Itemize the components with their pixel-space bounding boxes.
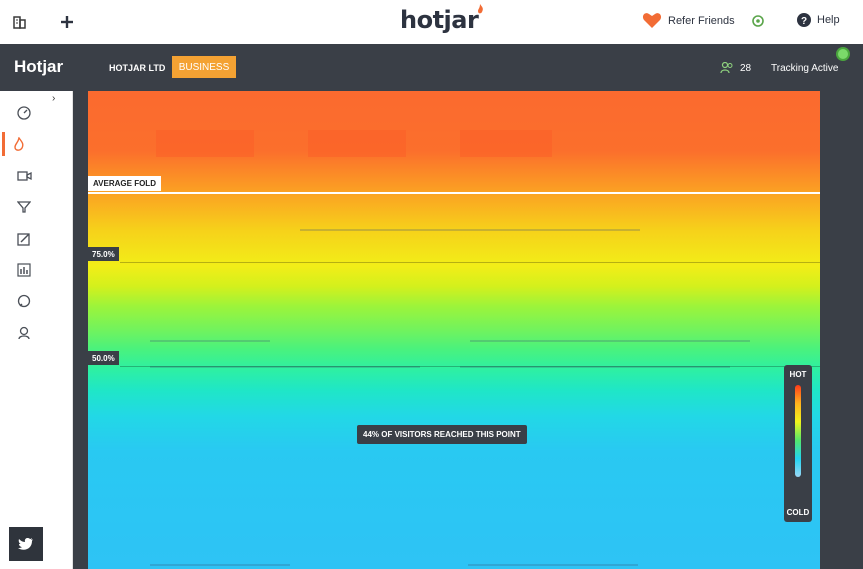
page-ghost-block xyxy=(156,130,254,157)
marker-line-75 xyxy=(120,262,820,263)
heart-icon xyxy=(642,13,662,28)
heatmap-flame-icon xyxy=(14,137,24,151)
sidebar-expand-chevron-icon[interactable]: › xyxy=(52,93,62,104)
sidebar-item-heatmaps[interactable] xyxy=(2,132,33,156)
page-ghost-block xyxy=(308,130,406,157)
marker-75-percent: 75.0% xyxy=(88,247,119,261)
dashboard-icon xyxy=(17,106,31,120)
twitter-button[interactable] xyxy=(9,527,43,561)
viewport-frame-right xyxy=(820,91,863,569)
legend-cold-label: COLD xyxy=(786,508,810,517)
refer-friends-link[interactable]: Refer Friends xyxy=(642,12,735,29)
tracking-status-dot-icon xyxy=(838,49,848,59)
refer-friends-label: Refer Friends xyxy=(668,14,735,27)
users-count-value: 28 xyxy=(740,62,752,74)
svg-text:?: ? xyxy=(801,16,807,27)
forms-edit-icon xyxy=(17,233,30,246)
settings-gear-icon[interactable] xyxy=(750,13,766,29)
sidebar-item-forms[interactable] xyxy=(10,227,38,251)
reports-bar-chart-icon xyxy=(17,263,31,277)
page-ghost-text xyxy=(150,564,290,566)
help-link[interactable]: ? Help xyxy=(797,13,840,27)
average-fold-line xyxy=(88,192,820,194)
org-name[interactable]: HOTJAR LTD xyxy=(109,63,165,73)
sidebar-item-feedback[interactable] xyxy=(10,321,38,345)
logo-text: hotjar xyxy=(400,6,479,34)
recordings-camera-icon xyxy=(16,171,32,181)
logo-flame-icon xyxy=(478,4,484,14)
polls-chat-icon xyxy=(17,294,31,308)
plan-badge[interactable]: BUSINESS xyxy=(172,56,236,78)
users-icon xyxy=(720,62,733,74)
marker-50-percent: 50.0% xyxy=(88,351,119,365)
sites-building-icon[interactable] xyxy=(10,12,30,32)
page-ghost-text xyxy=(150,340,270,342)
marker-line-50 xyxy=(120,366,820,367)
legend-gradient-bar xyxy=(795,385,801,477)
sidebar-item-polls[interactable] xyxy=(10,289,38,313)
average-fold-label: AVERAGE FOLD xyxy=(88,176,161,191)
viewport-frame-left xyxy=(73,91,88,569)
page-ghost-text xyxy=(300,229,640,231)
page-ghost-text xyxy=(470,340,750,342)
top-bar: hotjar Refer Friends ? Help xyxy=(0,0,863,45)
visitors-reached-tooltip: 44% OF VISITORS REACHED THIS POINT xyxy=(357,425,527,444)
page-ghost-text xyxy=(468,564,638,566)
sidebar-item-recordings[interactable] xyxy=(10,164,38,188)
page-ghost-block xyxy=(460,130,552,157)
sidebar-item-funnels[interactable] xyxy=(10,195,38,219)
users-count[interactable]: 28 xyxy=(720,62,751,74)
add-plus-icon[interactable] xyxy=(57,12,77,32)
tracking-status: Tracking Active xyxy=(771,63,839,74)
hotjar-logo[interactable]: hotjar xyxy=(400,4,484,34)
sidebar: › xyxy=(0,91,73,569)
app-header: Hotjar HOTJAR LTD BUSINESS 28 Tracking A… xyxy=(0,44,863,91)
heat-legend: HOT COLD xyxy=(784,365,812,522)
legend-hot-label: HOT xyxy=(789,370,807,379)
user-feedback-icon xyxy=(18,326,30,340)
brand-name[interactable]: Hotjar xyxy=(14,57,63,77)
funnel-icon xyxy=(17,201,31,213)
sidebar-item-reports[interactable] xyxy=(10,258,38,282)
sidebar-item-dashboard[interactable] xyxy=(10,101,38,125)
help-question-icon: ? xyxy=(797,13,811,27)
scroll-heatmap[interactable] xyxy=(88,91,820,569)
help-label: Help xyxy=(817,14,840,26)
twitter-icon xyxy=(18,538,33,550)
